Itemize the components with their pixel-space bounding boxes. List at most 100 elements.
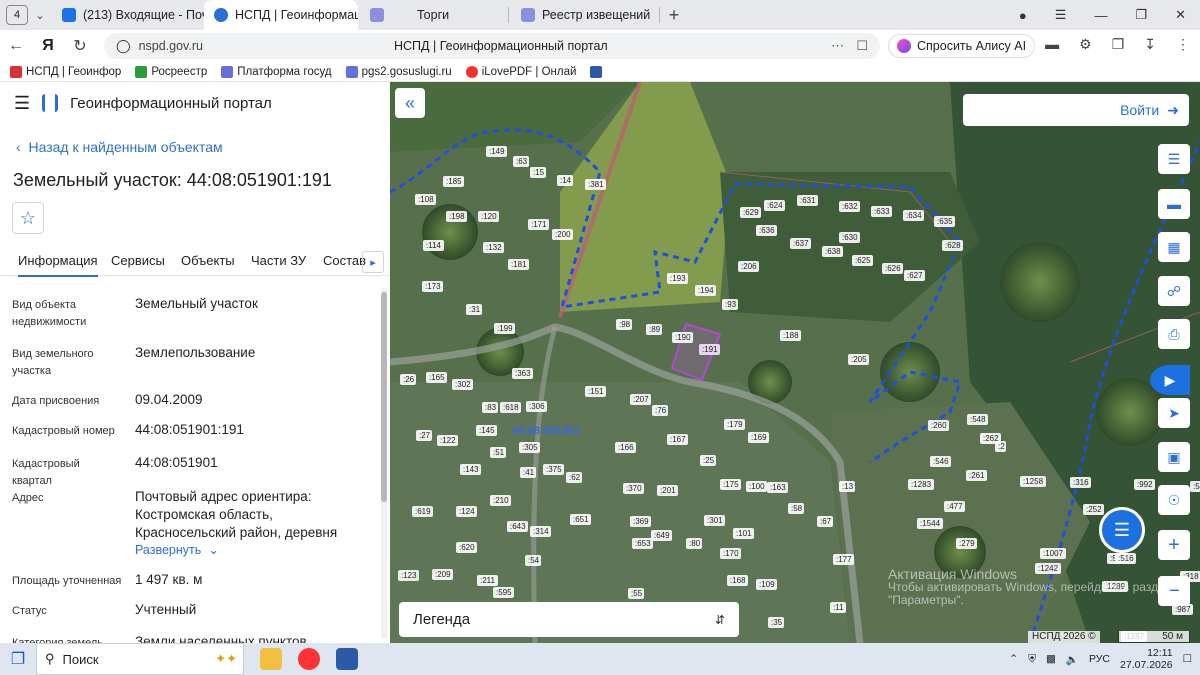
parcel-label[interactable]: :185	[446, 177, 462, 186]
parcel-label[interactable]: :633	[874, 207, 890, 216]
parcel-label[interactable]: :191	[702, 345, 718, 354]
navigate-button[interactable]: ➤	[1158, 398, 1190, 428]
parcel-label[interactable]: :122	[440, 436, 456, 445]
parcel-label[interactable]: :625	[855, 256, 871, 265]
parcel-label[interactable]: :305	[522, 443, 538, 452]
parcel-label[interactable]: :279	[959, 539, 975, 548]
parcel-label[interactable]: :210	[493, 496, 509, 505]
parcel-label[interactable]: :624	[767, 201, 783, 210]
parcel-label[interactable]: :205	[851, 355, 867, 364]
tab-services[interactable]: Сервисы	[111, 253, 165, 268]
parcel-label[interactable]: :143	[463, 465, 479, 474]
tab-torgi[interactable]: Торги	[358, 0, 508, 30]
parcel-label[interactable]: :120	[481, 212, 497, 221]
profile-icon[interactable]: ●	[1019, 8, 1027, 23]
parcel-label[interactable]: :13	[842, 482, 854, 491]
parcel-label[interactable]: :93	[725, 300, 737, 309]
parcel-label[interactable]: :171	[531, 220, 547, 229]
parcel-label[interactable]: :55	[631, 589, 643, 598]
parcel-label[interactable]: :637	[793, 239, 809, 248]
parcel-label[interactable]: :261	[969, 471, 985, 480]
select-tool-button[interactable]: ▶	[1150, 365, 1190, 395]
bookmark-item[interactable]	[590, 65, 603, 78]
parcel-label[interactable]: :169	[751, 433, 767, 442]
measure-button[interactable]: ▬	[1158, 189, 1190, 219]
collections-icon[interactable]: ❐	[1112, 36, 1125, 53]
bookmark-item[interactable]: iLovePDF | Онлай	[465, 65, 576, 78]
parcel-label[interactable]: :638	[825, 247, 841, 256]
zoom-in-button[interactable]: +	[1158, 530, 1190, 560]
parcel-label[interactable]: :181	[511, 260, 527, 269]
parcel-label[interactable]: :369	[633, 517, 649, 526]
parcel-label[interactable]: :98	[619, 320, 631, 329]
yandex-browser-icon[interactable]	[298, 648, 320, 670]
parcel-label[interactable]: :627	[907, 271, 923, 280]
parcel-label[interactable]: :370	[626, 484, 642, 493]
back-link[interactable]: ‹ Назад к найденным объектам	[16, 139, 223, 155]
parcel-label[interactable]: :1544	[920, 519, 941, 528]
layers-button[interactable]: ☰	[1158, 144, 1190, 174]
parcel-label[interactable]: :260	[931, 421, 947, 430]
parcel-label[interactable]: :109	[759, 580, 775, 589]
parcel-label[interactable]: :209	[435, 570, 451, 579]
parcel-label[interactable]: :198	[449, 212, 465, 221]
parcel-label[interactable]: :1007	[1043, 549, 1064, 558]
parcel-label[interactable]: :199	[497, 324, 513, 333]
url-field[interactable]: ◯ nspd.gov.ru НСПД | Геоинформационный п…	[104, 33, 880, 59]
parcel-label[interactable]: :636	[759, 226, 775, 235]
parcel-label[interactable]: :170	[723, 549, 739, 558]
parcel-label[interactable]: :618	[503, 403, 519, 412]
word-icon[interactable]	[336, 648, 358, 670]
parcel-label[interactable]: :630	[842, 233, 858, 242]
parcel-label[interactable]: :76	[655, 406, 667, 415]
parcel-label[interactable]: :51	[493, 448, 505, 457]
parcel-label[interactable]: :15	[533, 168, 545, 177]
parcel-label[interactable]: :201	[660, 486, 676, 495]
parcel-label[interactable]: :165	[429, 373, 445, 382]
parcel-label[interactable]: :634	[906, 211, 922, 220]
parcel-label[interactable]: :108	[418, 195, 434, 204]
parcel-label[interactable]: :67	[820, 517, 832, 526]
reload-icon[interactable]: ↻	[64, 36, 96, 56]
parcel-label[interactable]: :58	[791, 504, 803, 513]
minimize-icon[interactable]: —	[1094, 8, 1107, 23]
parcel-label[interactable]: :177	[836, 555, 852, 564]
more-vertical-icon[interactable]: ⋮	[1176, 36, 1190, 53]
parcel-label[interactable]: :632	[842, 202, 858, 211]
restore-icon[interactable]: ❐	[1135, 7, 1147, 23]
parcel-label[interactable]: :548	[970, 415, 986, 424]
parcel-label[interactable]: :516	[1118, 554, 1134, 563]
parcel-label[interactable]: :635	[937, 217, 953, 226]
parcel-label[interactable]: :62	[569, 473, 581, 482]
print-button[interactable]: ⎙	[1158, 319, 1190, 349]
panel-scrollbar[interactable]	[381, 288, 387, 638]
parcel-label[interactable]: :100	[749, 482, 765, 491]
network-icon[interactable]: ▩	[1046, 653, 1056, 665]
menu-icon[interactable]: ☰	[1055, 7, 1067, 23]
parcel-label[interactable]: :631	[800, 196, 816, 205]
parcel-label[interactable]: :151	[588, 387, 604, 396]
bookmark-icon[interactable]: ☐	[856, 38, 868, 54]
language-indicator[interactable]: РУС	[1089, 653, 1110, 665]
parcel-label[interactable]: :123	[401, 571, 417, 580]
parcel-label[interactable]: :163	[770, 483, 786, 492]
new-tab-icon[interactable]: +	[660, 5, 688, 26]
parcel-label[interactable]: :41	[523, 468, 535, 477]
bookmark-item[interactable]: Росреестр	[135, 65, 207, 78]
chevron-up-icon[interactable]: ⌃	[1009, 653, 1018, 665]
parcel-label[interactable]: :207	[633, 395, 649, 404]
parcel-label[interactable]: :83	[485, 403, 497, 412]
windows-start-icon[interactable]: ❐	[0, 649, 36, 669]
parcel-label[interactable]: :206	[741, 262, 757, 271]
tab-registry[interactable]: Реестр извещений	[509, 0, 659, 30]
parcel-label[interactable]: :477	[947, 502, 963, 511]
parcel-label[interactable]: :173	[425, 282, 441, 291]
more-icon[interactable]: ⋯	[831, 38, 844, 54]
parcel-label[interactable]: :301	[707, 516, 723, 525]
tab-count-badge[interactable]: 4	[6, 5, 28, 25]
parcel-label[interactable]: :149	[489, 147, 505, 156]
chat-button[interactable]: ☰	[1099, 507, 1145, 553]
parcel-label[interactable]: :101	[736, 529, 752, 538]
parcel-label[interactable]: :314	[533, 527, 549, 536]
parcel-label[interactable]: :653	[635, 539, 651, 548]
